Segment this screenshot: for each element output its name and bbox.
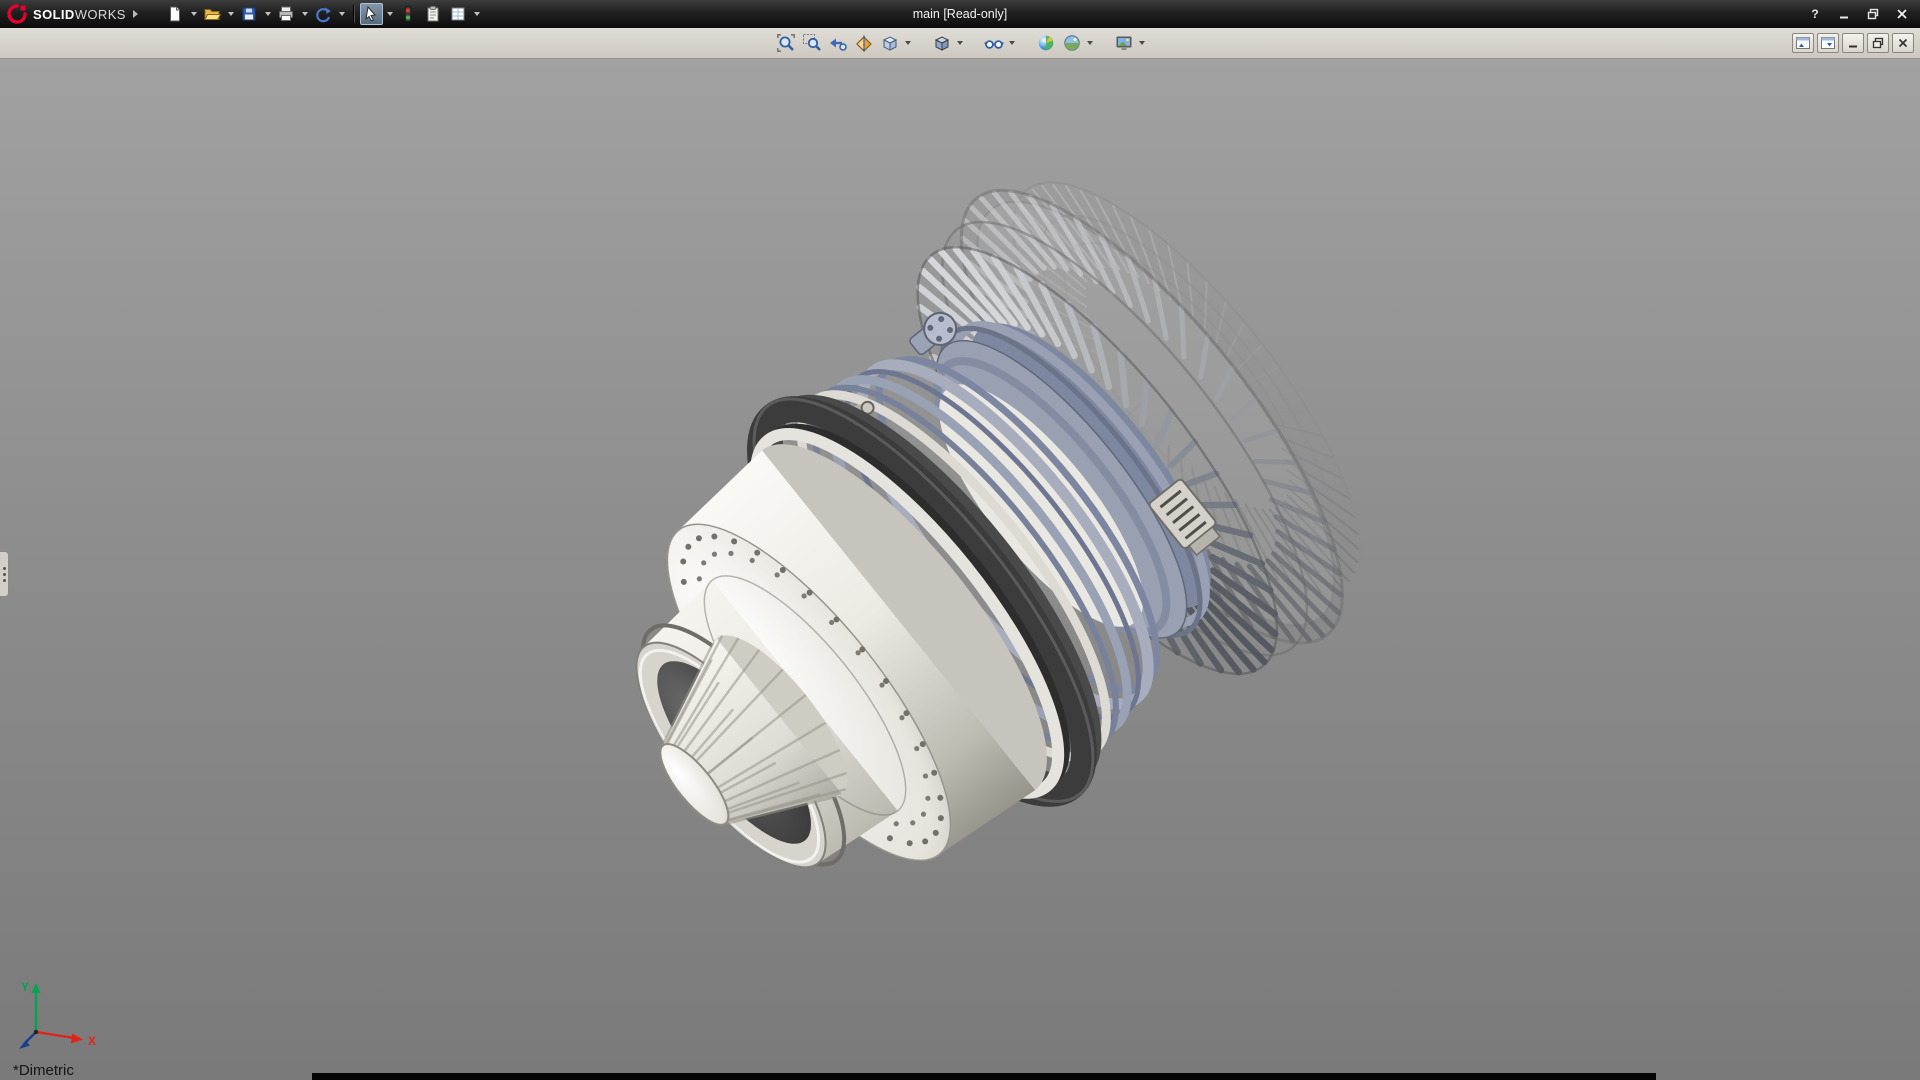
taskbar-strip <box>312 1073 1656 1080</box>
minimize-document-button[interactable] <box>1842 33 1864 53</box>
dropdown-caret-icon[interactable] <box>339 12 345 16</box>
view-orientation-cube-icon <box>880 33 900 53</box>
dropdown-caret-icon[interactable] <box>474 12 480 16</box>
engine-assembly[interactable] <box>506 116 1430 1013</box>
restore-document-button[interactable] <box>1867 33 1889 53</box>
3ds-logo-icon <box>6 3 28 25</box>
hide-show-glasses-icon <box>984 33 1004 53</box>
save-floppy-icon <box>240 5 258 23</box>
solidworks-window: SOLIDWORKS <box>0 0 1920 1080</box>
dropdown-caret-icon[interactable] <box>302 12 308 16</box>
apply-scene-button[interactable] <box>1060 31 1084 55</box>
save-button[interactable] <box>238 3 261 25</box>
titlebar: SOLIDWORKS <box>0 0 1920 28</box>
minimize-button[interactable] <box>1831 5 1857 24</box>
zoom-to-area-icon <box>802 33 822 53</box>
dropdown-caret-icon[interactable] <box>1139 41 1145 45</box>
restore-icon <box>1872 37 1884 49</box>
undo-arrow-icon <box>314 5 332 23</box>
headsup-row <box>0 28 1920 59</box>
brand-text: SOLIDWORKS <box>33 7 126 22</box>
triad-y-label: Y <box>21 980 29 994</box>
section-view-button[interactable] <box>852 31 876 55</box>
close-button[interactable] <box>1889 5 1915 24</box>
new-document-icon <box>166 5 184 23</box>
view-settings-button[interactable] <box>1112 31 1136 55</box>
graphics-area[interactable]: Y X *Dimetric <box>0 59 1920 1080</box>
brand-expand-icon[interactable] <box>133 10 138 18</box>
tile-window-icon <box>1795 36 1811 50</box>
restore-button[interactable] <box>1860 5 1886 24</box>
reference-triad: Y X <box>12 974 104 1056</box>
window-controls: ? <box>1802 5 1920 24</box>
dropdown-caret-icon[interactable] <box>265 12 271 16</box>
cascade-window-button[interactable] <box>1817 33 1839 53</box>
print-button[interactable] <box>275 3 298 25</box>
hide-show-items-button[interactable] <box>982 31 1006 55</box>
previous-view-icon <box>828 33 848 53</box>
view-orientation-label: *Dimetric <box>13 1062 74 1079</box>
open-button[interactable] <box>201 3 224 25</box>
close-icon <box>1896 8 1908 20</box>
zoom-to-area-button[interactable] <box>800 31 824 55</box>
dropdown-caret-icon[interactable] <box>228 12 234 16</box>
panel-collapse-handle[interactable] <box>0 551 9 597</box>
minimize-icon <box>1838 8 1850 20</box>
new-document-button[interactable] <box>164 3 187 25</box>
select-cursor-icon <box>362 5 380 23</box>
options-button[interactable] <box>447 3 470 25</box>
rebuild-button[interactable] <box>397 3 420 25</box>
dropdown-caret-icon[interactable] <box>957 41 963 45</box>
toolbar-separator <box>353 5 354 23</box>
document-title: main [Read-only] <box>913 7 1008 21</box>
dropdown-caret-icon[interactable] <box>1009 41 1015 45</box>
zoom-to-fit-button[interactable] <box>774 31 798 55</box>
appearance-sphere-icon <box>1036 33 1056 53</box>
tile-window-button[interactable] <box>1792 33 1814 53</box>
zoom-to-fit-icon <box>776 33 796 53</box>
section-view-icon <box>854 33 874 53</box>
jet-engine-model[interactable] <box>0 59 1920 1080</box>
scene-sphere-icon <box>1062 33 1082 53</box>
help-button[interactable]: ? <box>1802 5 1828 24</box>
display-style-icon <box>932 33 952 53</box>
dropdown-caret-icon[interactable] <box>1087 41 1093 45</box>
dropdown-caret-icon[interactable] <box>191 12 197 16</box>
undo-button[interactable] <box>312 3 335 25</box>
triad-x-label: X <box>88 1034 96 1048</box>
edit-appearance-button[interactable] <box>1034 31 1058 55</box>
cascade-window-icon <box>1820 36 1836 50</box>
dropdown-caret-icon[interactable] <box>387 12 393 16</box>
restore-icon <box>1867 8 1879 20</box>
printer-icon <box>277 5 295 23</box>
close-document-button[interactable] <box>1892 33 1914 53</box>
dropdown-caret-icon[interactable] <box>905 41 911 45</box>
view-orientation-button[interactable] <box>878 31 902 55</box>
select-tool-button[interactable] <box>360 3 383 25</box>
minimize-icon <box>1847 37 1859 49</box>
rebuild-stoplight-icon <box>399 5 417 23</box>
display-style-button[interactable] <box>930 31 954 55</box>
mdi-window-controls <box>1792 28 1914 58</box>
options-sheet-icon <box>449 5 467 23</box>
file-properties-button[interactable] <box>422 3 445 25</box>
clipboard-icon <box>424 5 442 23</box>
view-settings-icon <box>1114 33 1134 53</box>
close-icon <box>1897 37 1909 49</box>
open-folder-icon <box>203 5 221 23</box>
headsup-toolbar <box>774 31 1146 55</box>
main-toolbar <box>164 3 482 25</box>
solidworks-logo: SOLIDWORKS <box>0 3 146 25</box>
previous-view-button[interactable] <box>826 31 850 55</box>
